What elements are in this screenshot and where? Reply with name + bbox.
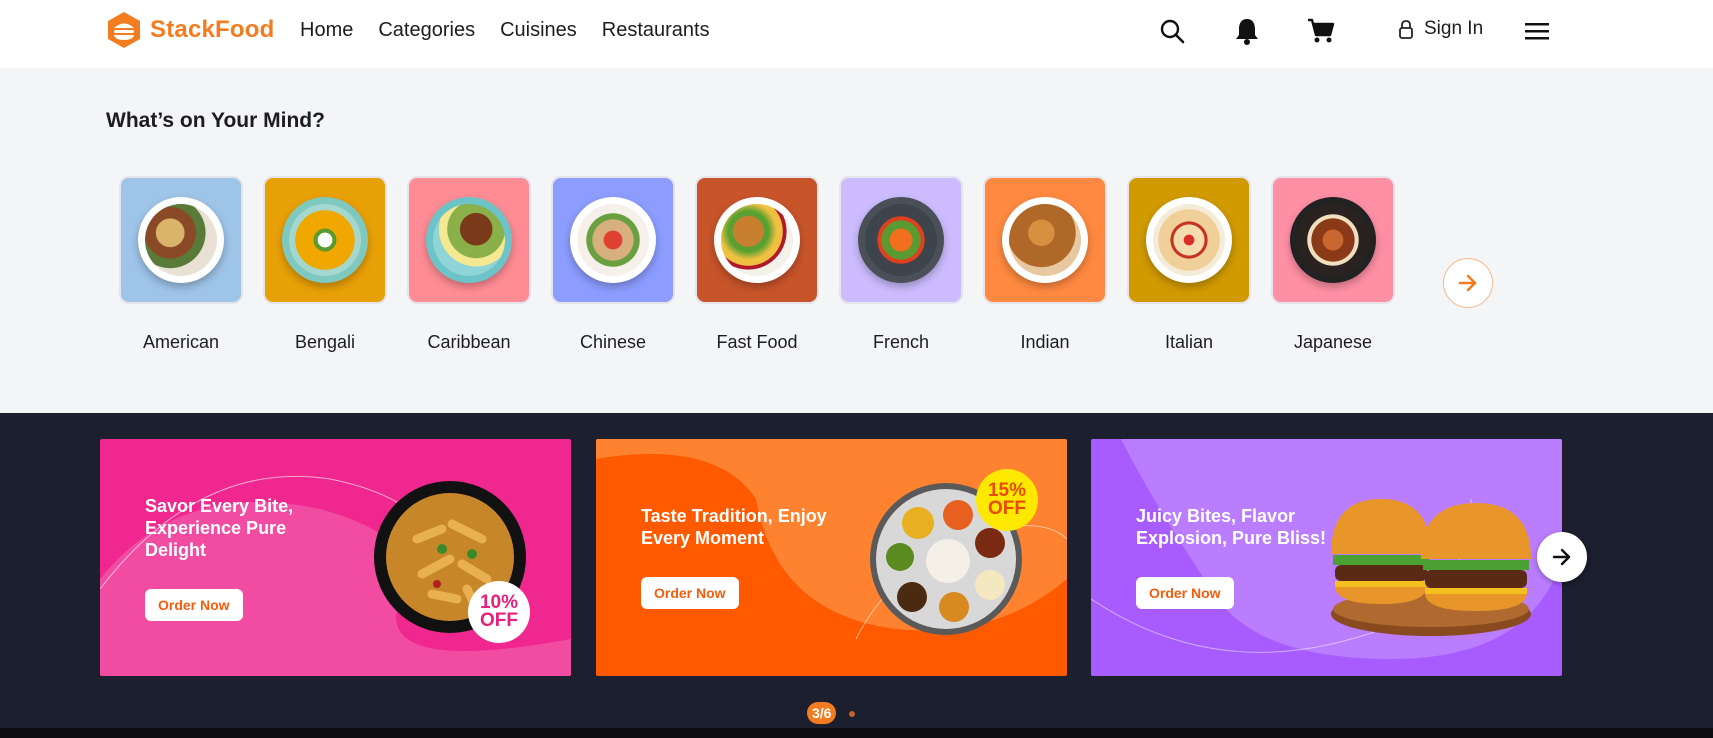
category-image: [839, 176, 963, 304]
nav-home[interactable]: Home: [300, 18, 353, 42]
burger-image: [1331, 499, 1531, 636]
category-label: Chinese: [579, 332, 647, 352]
category-image: [407, 176, 531, 304]
footer-edge: [0, 728, 1713, 738]
main-nav: Home Categories Cuisines Restaurants: [300, 18, 735, 42]
cart-icon[interactable]: [1306, 16, 1336, 46]
section-title: What’s on Your Mind?: [106, 109, 325, 132]
menu-icon[interactable]: [1522, 16, 1552, 46]
carousel-dot[interactable]: [849, 711, 855, 717]
category-next-button[interactable]: [1443, 258, 1493, 308]
banner-next-button[interactable]: [1537, 532, 1587, 582]
category-label: Italian: [1164, 332, 1214, 352]
category-label: Fast Food: [716, 332, 798, 352]
banner-title: Taste Tradition, Enjoy Every Moment: [641, 506, 827, 548]
discount-badge: 15% OFF: [976, 469, 1038, 531]
category-label: Bengali: [294, 332, 356, 352]
nav-restaurants[interactable]: Restaurants: [602, 18, 710, 42]
category-bengali[interactable]: Bengali: [262, 176, 388, 353]
order-now-button[interactable]: Order Now: [145, 589, 243, 621]
category-label: Indian: [1020, 332, 1070, 352]
banner-title: Juicy Bites, Flavor Explosion, Pure Blis…: [1136, 506, 1327, 548]
category-label: French: [872, 332, 930, 352]
category-japanese[interactable]: Japanese: [1270, 176, 1396, 353]
category-chinese[interactable]: Chinese: [550, 176, 676, 353]
order-now-button[interactable]: Order Now: [1136, 577, 1234, 609]
category-caribbean[interactable]: Caribbean: [406, 176, 532, 353]
search-icon[interactable]: [1157, 16, 1187, 46]
category-italian[interactable]: Italian: [1126, 176, 1252, 353]
nav-cuisines[interactable]: Cuisines: [500, 18, 577, 42]
sign-in-label: Sign In: [1424, 18, 1484, 39]
lock-icon: [1399, 20, 1413, 39]
burger-logo-icon: [108, 12, 140, 48]
brand-logo[interactable]: StackFood: [106, 11, 274, 49]
discount-off: OFF: [988, 498, 1026, 519]
category-indian[interactable]: Indian: [982, 176, 1108, 353]
banner-title: Savor Every Bite, Experience Pure Deligh…: [145, 496, 294, 560]
promo-banner-burger[interactable]: Juicy Bites, Flavor Explosion, Pure Blis…: [1091, 439, 1562, 676]
arrow-right-icon: [1552, 548, 1571, 566]
category-image: [695, 176, 819, 304]
category-label: Caribbean: [427, 332, 511, 352]
bell-icon[interactable]: [1232, 16, 1262, 46]
promo-banner-thali[interactable]: Taste Tradition, Enjoy Every Moment Orde…: [596, 439, 1067, 676]
carousel-page-indicator: 3/6: [807, 702, 837, 724]
brand-name: StackFood: [150, 16, 275, 43]
category-image: [1271, 176, 1395, 304]
category-label: American: [142, 332, 220, 352]
arrow-right-icon: [1458, 274, 1477, 292]
category-label: Japanese: [1293, 332, 1373, 352]
top-navbar: StackFood Home Categories Cuisines Resta…: [0, 0, 1713, 68]
nav-categories[interactable]: Categories: [378, 18, 475, 42]
promo-banner-pasta[interactable]: Savor Every Bite, Experience Pure Deligh…: [100, 439, 571, 676]
sign-in-button[interactable]: Sign In: [1398, 18, 1483, 40]
category-image: [551, 176, 675, 304]
category-french[interactable]: French: [838, 176, 964, 353]
order-now-button[interactable]: Order Now: [641, 577, 739, 609]
category-american[interactable]: American: [118, 176, 244, 353]
discount-badge: 10% OFF: [468, 581, 530, 643]
category-image: [983, 176, 1107, 304]
category-image: [263, 176, 387, 304]
discount-off: OFF: [480, 610, 518, 631]
category-fast-food[interactable]: Fast Food: [694, 176, 820, 353]
category-image: [119, 176, 243, 304]
category-image: [1127, 176, 1251, 304]
